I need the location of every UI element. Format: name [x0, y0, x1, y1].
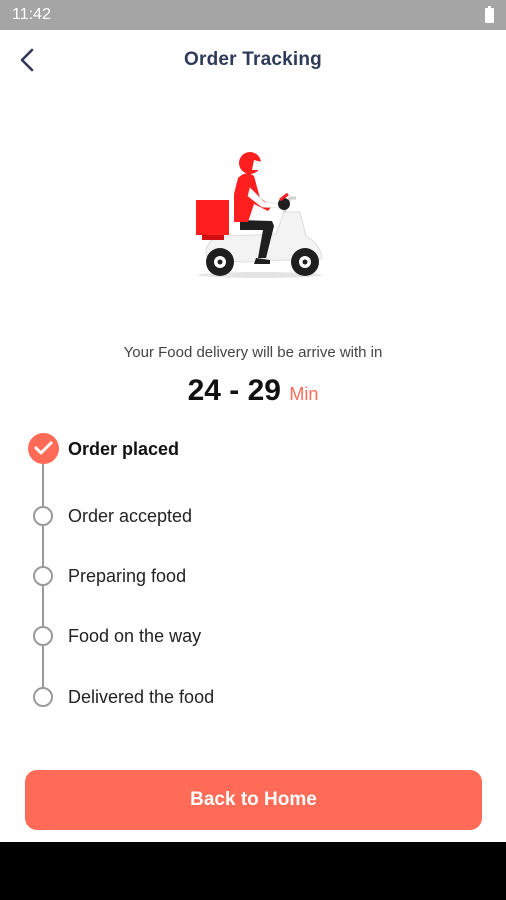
step-label: Food on the way: [68, 626, 202, 646]
step-pending-indicator: [33, 626, 53, 646]
eta-unit: Min: [289, 384, 319, 404]
step-completed-indicator: [28, 433, 59, 464]
timeline-step-order-accepted: Order accepted: [0, 496, 506, 536]
delivery-scooter-illustration: [196, 152, 323, 278]
timeline-step-order-placed: Order placed: [0, 429, 506, 469]
battery-icon: [485, 6, 494, 23]
timeline-connector: [42, 464, 44, 696]
status-time: 11:42: [12, 6, 51, 23]
step-label: Order placed: [68, 439, 180, 459]
delivery-message: Your Food delivery will be arrive with i…: [123, 344, 383, 361]
step-label: Order accepted: [68, 506, 193, 526]
timeline-step-food-on-the-way: Food on the way: [0, 616, 506, 656]
step-label: Delivered the food: [68, 687, 215, 707]
step-pending-indicator: [33, 566, 53, 586]
header: Order Tracking: [0, 30, 506, 92]
checkmark-icon: [34, 441, 53, 455]
page-title: Order Tracking: [184, 49, 322, 70]
system-navigation-bar: [0, 842, 506, 900]
eta-range: 24 - 29: [187, 374, 281, 407]
step-pending-indicator: [33, 687, 53, 707]
step-label: Preparing food: [68, 566, 187, 586]
timeline-step-delivered: Delivered the food: [0, 677, 506, 717]
timeline-step-preparing-food: Preparing food: [0, 556, 506, 596]
step-pending-indicator: [33, 506, 53, 526]
eta-display: 24 - 29 Min: [0, 374, 506, 408]
back-to-home-button[interactable]: Back to Home: [25, 770, 482, 830]
status-bar: 11:42: [0, 0, 506, 30]
